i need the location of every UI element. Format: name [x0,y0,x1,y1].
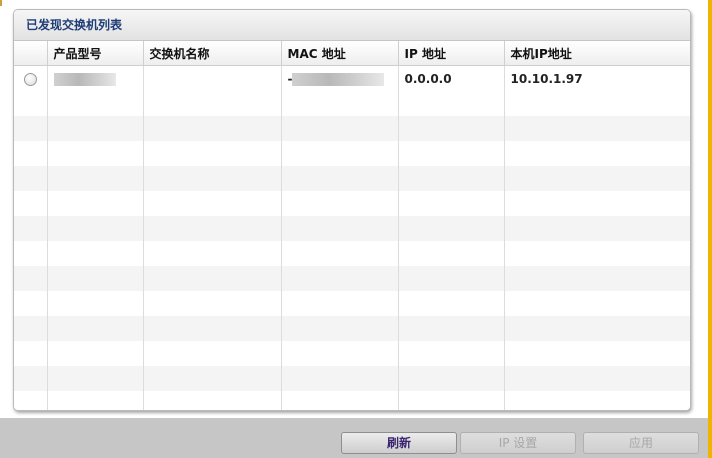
redacted-product-model [53,72,116,86]
local-ip-cell: 10.10.1.97 [503,65,690,91]
table-row[interactable]: - 0.0.0.0 10.10.1.97 [14,65,690,91]
col-header-select [14,41,47,66]
redacted-mac-address [292,72,385,86]
right-edge-bar [708,0,712,458]
table-row-empty [14,91,690,116]
ip-address-cell: 0.0.0.0 [397,65,504,91]
col-header-local-ip[interactable]: 本机IP地址 [503,41,690,66]
table-row-empty [14,391,690,410]
row-select-radio[interactable] [24,72,37,86]
col-header-mac-address[interactable]: MAC 地址 [280,41,398,66]
table-row-empty [14,191,690,216]
table-row-empty [14,291,690,316]
apply-button[interactable]: 应用 [583,432,699,454]
col-header-ip-address[interactable]: IP 地址 [397,41,504,66]
row-select-cell[interactable] [14,65,47,91]
table-row-empty [14,241,690,266]
panel-title: 已发现交换机列表 [14,10,690,41]
table-header-row: 产品型号 交换机名称 MAC 地址 IP 地址 本机IP地址 [14,41,690,66]
table-row-empty [14,366,690,391]
table-row-empty [14,341,690,366]
switch-table: 产品型号 交换机名称 MAC 地址 IP 地址 本机IP地址 - 0.0.0.0… [14,41,690,410]
table-row-empty [14,216,690,241]
table-row-empty [14,316,690,341]
window-corner-mark [0,0,2,6]
col-header-product-model[interactable]: 产品型号 [46,41,143,66]
switch-name-cell [142,65,281,91]
table-row-empty [14,166,690,191]
mac-address-cell: - [280,65,398,91]
switch-list-panel: 已发现交换机列表 产品型号 交换机名称 MAC 地址 IP 地址 本机IP地址 … [13,9,691,411]
table-row-empty [14,141,690,166]
ip-settings-button[interactable]: IP 设置 [460,432,576,454]
refresh-button[interactable]: 刷新 [341,432,457,454]
table-row-empty [14,116,690,141]
table-row-empty [14,266,690,291]
col-header-switch-name[interactable]: 交换机名称 [142,41,281,66]
product-model-cell [46,65,143,91]
